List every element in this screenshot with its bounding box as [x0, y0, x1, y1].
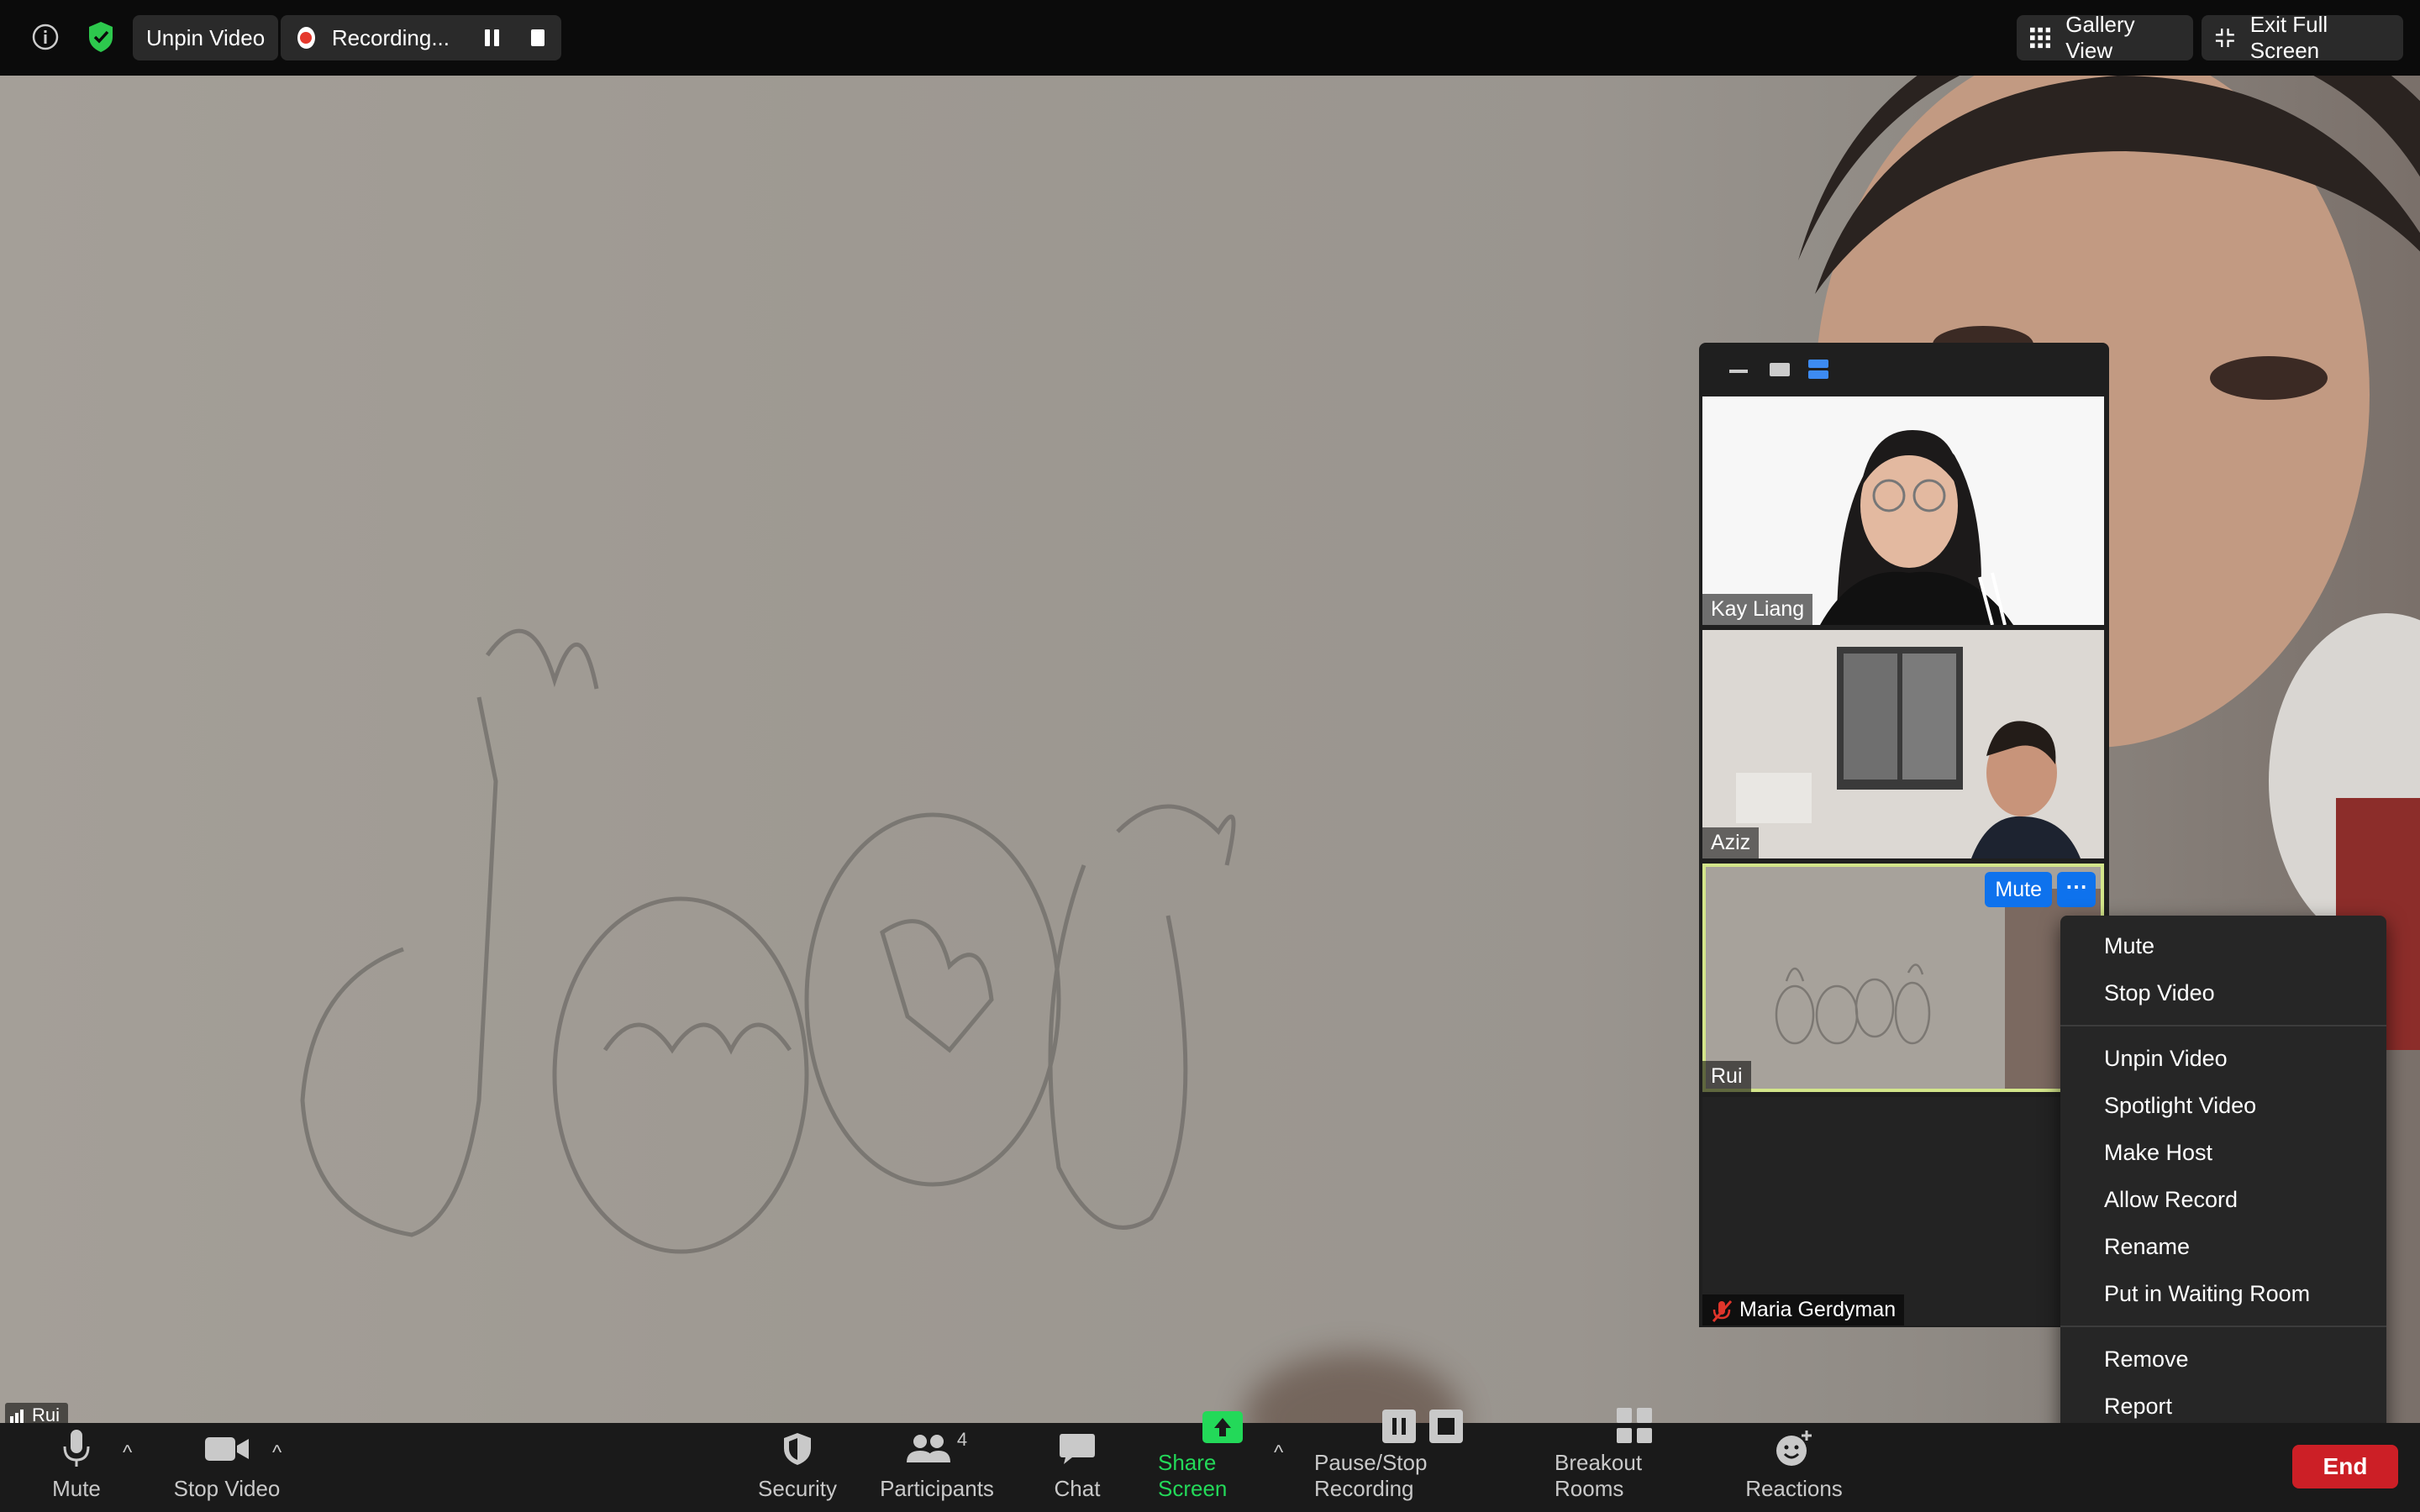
breakout-rooms-button[interactable]: Breakout Rooms [1555, 1408, 1714, 1512]
shield-icon [781, 1429, 813, 1469]
unpin-video-button[interactable]: Unpin Video [133, 15, 279, 60]
signal-bars-icon [10, 1410, 24, 1423]
reactions-button[interactable]: Reactions [1745, 1423, 1843, 1512]
end-meeting-button[interactable]: End [2292, 1445, 2398, 1488]
mute-button[interactable]: Mute [42, 1423, 111, 1512]
gallery-view-button[interactable]: Gallery View [2017, 12, 2193, 63]
participant-name: Aziz [1702, 827, 1760, 858]
participants-icon: 4 [906, 1429, 968, 1469]
stop-recording-icon[interactable] [531, 29, 544, 46]
recording-label: Recording... [331, 24, 450, 50]
menu-item-rename[interactable]: Rename [2060, 1223, 2386, 1270]
smiley-plus-icon [1775, 1429, 1813, 1469]
breakout-rooms-icon [1617, 1408, 1652, 1443]
participant-name: Maria Gerdyman [1739, 1298, 1897, 1321]
stop-video-label: Stop Video [173, 1476, 281, 1501]
reactions-label: Reactions [1745, 1476, 1843, 1501]
meeting-toolbar: Mute ^ Stop Video ^ Security 4 Participa… [0, 1408, 2420, 1512]
pause-stop-recording-icon [1382, 1410, 1463, 1443]
participant-name: Kay Liang [1702, 594, 1813, 625]
participants-label: Participants [880, 1476, 994, 1501]
meeting-window: Rui Unpin Video Recording... Gallery Vie… [0, 0, 2420, 1512]
gallery-view-label: Gallery View [2065, 12, 2135, 63]
info-icon[interactable] [30, 22, 60, 52]
participant-name: Rui [1702, 1061, 1751, 1092]
menu-item-spotlight-video[interactable]: Spotlight Video [2060, 1082, 2386, 1129]
menu-item-stop-video[interactable]: Stop Video [2060, 969, 2386, 1016]
unpin-video-label: Unpin Video [146, 24, 266, 50]
mute-label: Mute [52, 1476, 101, 1501]
participant-video-image [1702, 630, 2104, 858]
encryption-shield-icon[interactable] [86, 20, 116, 54]
chat-button[interactable]: Chat [1054, 1423, 1101, 1512]
menu-divider [2060, 1025, 2386, 1026]
chat-label: Chat [1054, 1476, 1101, 1501]
breakout-rooms-label: Breakout Rooms [1555, 1450, 1643, 1501]
tile-mute-button[interactable]: Mute [1985, 872, 2052, 907]
exit-full-screen-label: Exit Full Screen [2249, 12, 2328, 63]
video-options-caret-icon[interactable]: ^ [272, 1441, 281, 1465]
muted-mic-icon [1712, 1300, 1733, 1322]
menu-item-unpin-video[interactable]: Unpin Video [2060, 1035, 2386, 1082]
microphone-icon [62, 1429, 91, 1469]
participant-context-menu: Mute Stop Video Unpin Video Spotlight Vi… [2060, 916, 2386, 1445]
audio-options-caret-icon[interactable]: ^ [123, 1441, 132, 1465]
exit-full-screen-button[interactable]: Exit Full Screen [2202, 12, 2403, 63]
menu-item-remove[interactable]: Remove [2060, 1336, 2386, 1383]
participant-tile-kay[interactable]: Kay Liang [1702, 396, 2104, 625]
participants-button[interactable]: 4 Participants [879, 1423, 995, 1512]
grid-icon [2030, 27, 2051, 49]
video-camera-icon [205, 1429, 249, 1469]
share-screen-icon [1202, 1411, 1243, 1443]
video-thumbnails-panel: Kay Liang Aziz Mute ⋯ Rui Maria Gerdyman [1699, 343, 2109, 1327]
top-bar: Unpin Video Recording... Gallery View Ex… [0, 0, 2420, 76]
menu-item-make-host[interactable]: Make Host [2060, 1129, 2386, 1176]
strip-view-icon[interactable] [1808, 360, 1828, 384]
share-screen-label: Share Screen [1158, 1450, 1228, 1501]
recording-indicator: Recording... [281, 15, 561, 60]
participant-name-tag: Maria Gerdyman [1702, 1294, 1905, 1326]
exit-full-screen-icon [2215, 29, 2234, 47]
participant-tile-maria[interactable]: Maria Gerdyman [1702, 1097, 2104, 1326]
menu-divider [2060, 1326, 2386, 1327]
single-view-icon[interactable] [1770, 363, 1790, 376]
pause-stop-recording-label: Pause/Stop Recording [1314, 1450, 1428, 1501]
menu-item-put-in-waiting-room[interactable]: Put in Waiting Room [2060, 1270, 2386, 1317]
share-screen-button[interactable]: Share Screen [1158, 1411, 1287, 1512]
menu-item-allow-record[interactable]: Allow Record [2060, 1176, 2386, 1223]
pause-stop-recording-button[interactable]: Pause/Stop Recording [1314, 1410, 1531, 1512]
security-label: Security [758, 1476, 837, 1501]
security-button[interactable]: Security [753, 1423, 842, 1512]
egg-drawing-image [300, 628, 1236, 1254]
stop-video-button[interactable]: Stop Video [168, 1423, 286, 1512]
menu-item-mute[interactable]: Mute [2060, 922, 2386, 969]
share-options-caret-icon[interactable]: ^ [1274, 1441, 1283, 1465]
panel-header [1699, 343, 2109, 395]
recording-dot-icon [297, 27, 315, 49]
participants-count: 4 [956, 1429, 968, 1450]
participant-video-image [1702, 396, 2104, 625]
chat-bubble-icon [1059, 1429, 1096, 1469]
participant-tile-rui[interactable]: Mute ⋯ Rui [1702, 864, 2104, 1092]
minimize-icon[interactable] [1729, 370, 1748, 373]
more-options-button[interactable]: ⋯ [2057, 872, 2096, 907]
participant-tile-aziz[interactable]: Aziz [1702, 630, 2104, 858]
pause-recording-icon[interactable] [485, 29, 499, 46]
